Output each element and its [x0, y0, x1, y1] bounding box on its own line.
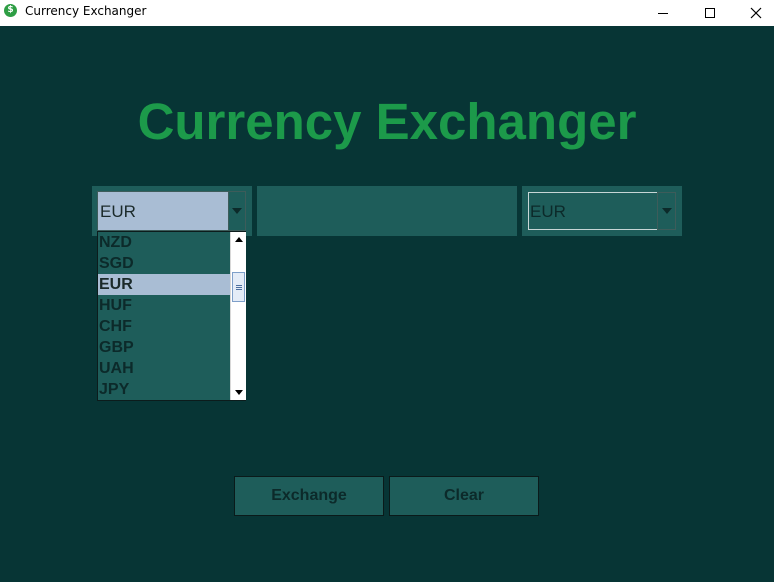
- amount-input[interactable]: [257, 186, 517, 236]
- minimize-button[interactable]: [640, 0, 686, 26]
- scroll-down-button[interactable]: [231, 385, 246, 400]
- to-currency-combobox[interactable]: EUR: [528, 192, 658, 230]
- clear-button[interactable]: Clear: [389, 476, 539, 516]
- chevron-down-icon: [661, 208, 672, 214]
- scroll-up-button[interactable]: [231, 232, 246, 247]
- grip-icon: [235, 288, 242, 290]
- arrow-down-icon: [234, 390, 243, 395]
- to-currency-dropdown-button[interactable]: [657, 192, 676, 230]
- minimize-icon: [658, 12, 668, 14]
- close-icon: [750, 7, 762, 19]
- from-currency-combobox[interactable]: EUR: [97, 191, 246, 231]
- from-currency-dropdown-button[interactable]: [228, 192, 245, 230]
- to-currency-value: EUR: [530, 202, 566, 221]
- list-item-selected[interactable]: EUR: [98, 274, 230, 295]
- list-item[interactable]: HUF: [98, 295, 230, 316]
- list-item[interactable]: UAH: [98, 358, 230, 379]
- grip-icon: [235, 286, 242, 288]
- grip-icon: [235, 284, 242, 286]
- list-item[interactable]: CHF: [98, 316, 230, 337]
- exchange-button[interactable]: Exchange: [234, 476, 384, 516]
- close-button[interactable]: [733, 0, 774, 26]
- maximize-icon: [705, 8, 715, 18]
- list-item[interactable]: JPY: [98, 379, 230, 400]
- list-item[interactable]: SGD: [98, 253, 230, 274]
- scroll-thumb[interactable]: [232, 272, 245, 302]
- from-currency-listbox[interactable]: NZD SGD EUR HUF CHF GBP UAH JPY: [97, 231, 246, 401]
- maximize-button[interactable]: [687, 0, 733, 26]
- dollar-coin-icon: $: [4, 4, 17, 17]
- chevron-down-icon: [232, 208, 242, 214]
- page-title: Currency Exchanger: [137, 93, 637, 150]
- from-currency-value: EUR: [100, 202, 136, 221]
- window-title: Currency Exchanger: [25, 4, 147, 18]
- list-scrollbar[interactable]: [230, 232, 246, 400]
- list-item[interactable]: GBP: [98, 337, 230, 358]
- arrow-up-icon: [234, 237, 243, 242]
- title-bar: $ Currency Exchanger: [0, 0, 774, 26]
- list-item[interactable]: NZD: [98, 232, 230, 253]
